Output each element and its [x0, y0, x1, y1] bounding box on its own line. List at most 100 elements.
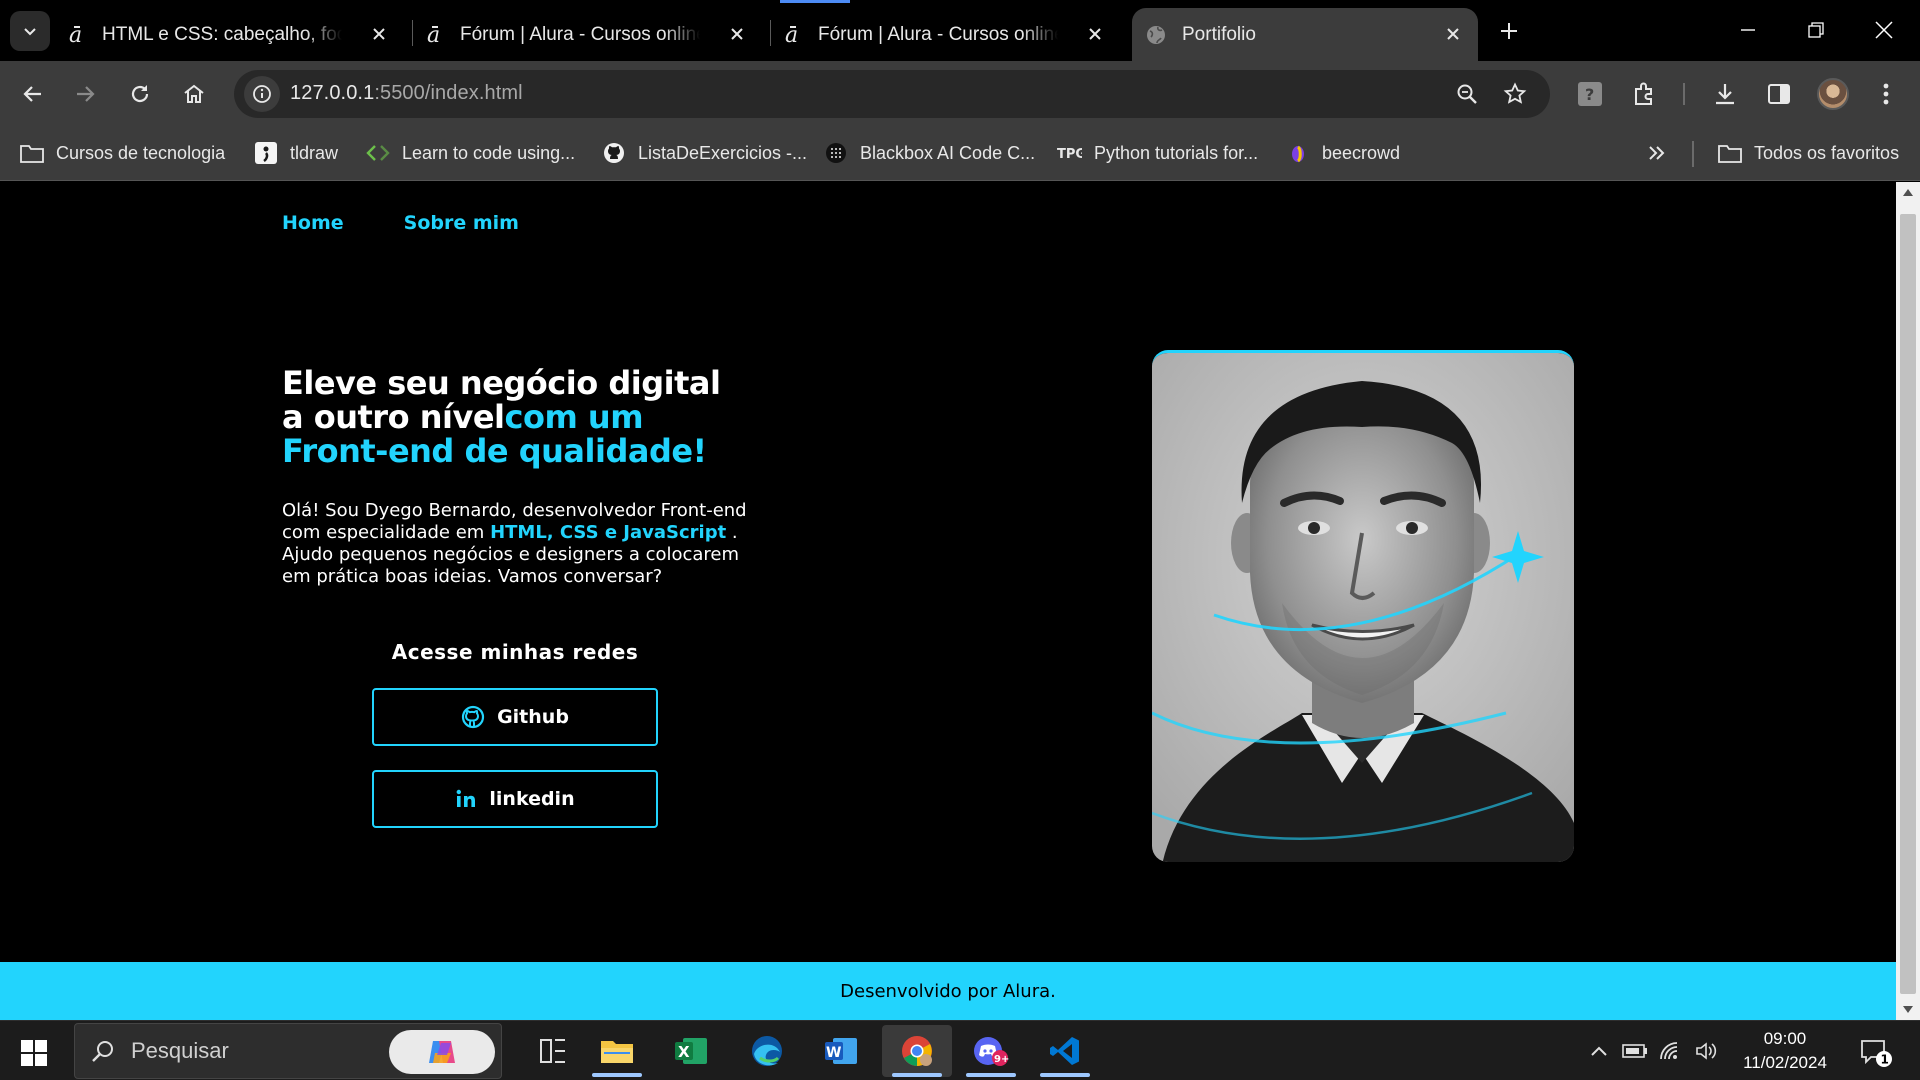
menu-kebab-icon[interactable] [1866, 74, 1906, 114]
windows-start-button[interactable] [14, 1033, 54, 1073]
volume-icon[interactable] [1692, 1037, 1722, 1065]
nav-link-home[interactable]: Home [282, 212, 344, 234]
site-nav: Home Sobre mim [282, 212, 519, 234]
wifi-icon[interactable] [1656, 1037, 1686, 1065]
bookmark-learn-to-code[interactable]: Learn to code using... [366, 139, 575, 167]
taskbar-search-box[interactable]: Pesquisar [74, 1023, 502, 1079]
page-scrollbar[interactable] [1896, 182, 1920, 1020]
tab-search-button[interactable] [10, 11, 50, 51]
hero-intro: Olá! Sou Dyego Bernardo, desenvolvedor F… [282, 500, 747, 587]
blackbox-icon [824, 141, 848, 165]
plus-icon [1501, 23, 1517, 39]
close-icon[interactable] [368, 23, 390, 45]
notification-center-icon[interactable]: 1 [1854, 1033, 1898, 1073]
scroll-down-arrow-icon[interactable] [1896, 1000, 1920, 1020]
tab-forum-1[interactable]: a Fórum | Alura - Cursos online de tecno… [422, 8, 762, 61]
more-bookmarks-button[interactable] [1648, 139, 1666, 167]
social-title: Acesse minhas redes [391, 640, 639, 664]
tab-loading-indicator [780, 0, 850, 3]
bookmark-beecrowd[interactable]: beecrowd [1286, 139, 1400, 167]
reload-button[interactable] [118, 72, 162, 116]
tab-divider [412, 20, 413, 46]
reload-icon [131, 85, 149, 103]
bookmark-star-icon[interactable] [1500, 79, 1530, 109]
file-explorer-icon[interactable] [582, 1025, 652, 1077]
extensions-puzzle-icon[interactable] [1625, 74, 1665, 114]
close-icon[interactable] [1442, 23, 1464, 45]
extension-help-icon[interactable]: ? [1570, 74, 1610, 114]
home-icon [184, 84, 204, 103]
close-icon[interactable] [1084, 23, 1106, 45]
windows-logo-icon [21, 1040, 47, 1066]
task-view-icon[interactable] [518, 1025, 588, 1077]
zoom-icon[interactable] [1452, 79, 1482, 109]
system-clock[interactable]: 09:00 11/02/2024 [1730, 1027, 1840, 1075]
svg-text:9+: 9+ [994, 1054, 1009, 1065]
copilot-icon[interactable] [389, 1030, 495, 1074]
linkedin-icon [456, 789, 476, 807]
browser-toolbar: 127.0.0.1:5500/index.html ? [0, 61, 1920, 127]
restore-button[interactable] [1782, 6, 1850, 54]
tab-portifolio[interactable]: Portifolio [1132, 8, 1478, 61]
windows-taskbar: Pesquisar X W 9+ 09:00 11/02/2024 1 [0, 1020, 1920, 1080]
github-icon [461, 705, 485, 729]
excel-icon[interactable]: X [656, 1025, 726, 1077]
profile-photo [1152, 350, 1574, 862]
battery-icon[interactable] [1620, 1037, 1650, 1065]
linkedin-button[interactable]: linkedin [372, 770, 658, 828]
tab-title: Fórum | Alura - Cursos online de tecnolo… [818, 23, 1058, 45]
tpg-icon: TPG [1056, 141, 1082, 165]
arrow-left-icon [23, 86, 41, 102]
download-icon[interactable] [1705, 74, 1745, 114]
chevron-down-icon [24, 28, 36, 36]
tab-divider [770, 20, 771, 46]
alura-icon: a [780, 23, 804, 47]
tab-title: Fórum | Alura - Cursos online de tecnolo… [460, 23, 700, 45]
folder-icon [1718, 141, 1742, 165]
all-bookmarks-folder[interactable]: Todos os favoritos [1718, 139, 1899, 167]
minimize-button[interactable] [1714, 6, 1782, 54]
bookmark-python-tutorials[interactable]: TPG Python tutorials for... [1056, 139, 1258, 167]
nav-link-sobre-mim[interactable]: Sobre mim [404, 212, 519, 234]
bookmarks-bar: Cursos de tecnologia tldraw Learn to cod… [0, 127, 1920, 181]
bookmark-cursos-de-tecnologia[interactable]: Cursos de tecnologia [20, 139, 225, 167]
discord-icon[interactable]: 9+ [956, 1025, 1026, 1077]
svg-text:TPG: TPG [1057, 147, 1082, 162]
site-footer: Desenvolvido por Alura. [0, 962, 1896, 1020]
tab-html-css[interactable]: a HTML e CSS: cabeçalho, footer e variáv… [64, 8, 404, 61]
scroll-up-arrow-icon[interactable] [1896, 182, 1920, 202]
tray-overflow-chevron-icon[interactable] [1584, 1037, 1614, 1065]
profile-avatar[interactable] [1817, 78, 1849, 110]
alura-icon: a [422, 23, 446, 47]
edge-icon[interactable] [732, 1025, 802, 1077]
vscode-icon[interactable] [1030, 1025, 1100, 1077]
tab-forum-2[interactable]: a Fórum | Alura - Cursos online de tecno… [780, 8, 1120, 61]
github-button[interactable]: Github [372, 688, 658, 746]
double-chevron-icon [1649, 146, 1665, 160]
bookmarks-divider [1692, 141, 1694, 167]
page-viewport: Home Sobre mim Eleve seu negócio digital… [0, 182, 1896, 1020]
home-button[interactable] [172, 72, 216, 116]
close-icon[interactable] [726, 23, 748, 45]
svg-text:W: W [826, 1045, 841, 1061]
side-panel-icon[interactable] [1759, 74, 1799, 114]
url-text: 127.0.0.1:5500/index.html [290, 82, 523, 104]
close-window-button[interactable] [1850, 6, 1918, 54]
chrome-icon[interactable] [882, 1025, 952, 1077]
folder-icon [20, 141, 44, 165]
tab-title: Portifolio [1182, 23, 1256, 45]
toolbar-divider [1683, 83, 1685, 105]
scrollbar-thumb[interactable] [1900, 214, 1916, 994]
tab-strip: a HTML e CSS: cabeçalho, footer e variáv… [0, 0, 1920, 61]
bookmark-lista-de-exercicios[interactable]: ListaDeExercicios -... [602, 139, 807, 167]
svg-text:?: ? [1585, 85, 1594, 104]
bookmark-blackbox[interactable]: Blackbox AI Code C... [824, 139, 1035, 167]
site-info-icon[interactable] [244, 76, 280, 112]
bookmark-tldraw[interactable]: tldraw [254, 139, 338, 167]
address-bar[interactable]: 127.0.0.1:5500/index.html [234, 70, 1550, 118]
word-icon[interactable]: W [806, 1025, 876, 1077]
new-tab-button[interactable] [1492, 14, 1526, 48]
github-icon [602, 141, 626, 165]
back-button[interactable] [11, 72, 55, 116]
forward-button[interactable] [63, 72, 107, 116]
